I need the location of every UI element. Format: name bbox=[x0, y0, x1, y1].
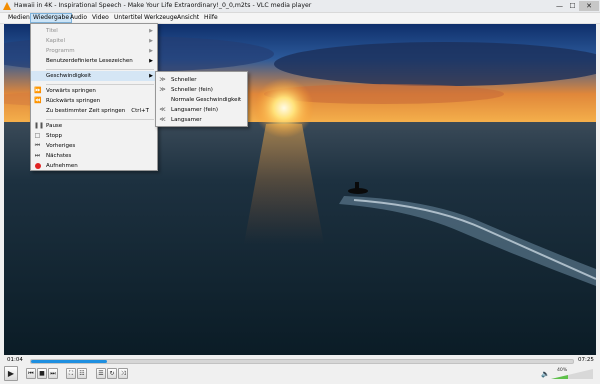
close-button[interactable]: ✕ bbox=[579, 1, 599, 11]
speed-item-schneller-fein[interactable]: ≫ Schneller (fein) bbox=[156, 85, 247, 95]
maximize-button[interactable]: ☐ bbox=[566, 1, 579, 11]
loop-button[interactable]: ↻ bbox=[107, 368, 117, 379]
speed-item-langsamer-fein[interactable]: ≪ Langsamer (fein) bbox=[156, 105, 247, 115]
menu-item-programm: Programm ▶ bbox=[46, 48, 153, 54]
submenu-arrow-icon: ▶ bbox=[149, 48, 153, 54]
faster-fine-icon: ≫ bbox=[159, 86, 166, 93]
stop-icon: □ bbox=[34, 132, 41, 139]
menu-item-pause[interactable]: ❚❚ Pause bbox=[31, 121, 157, 131]
menu-medien[interactable]: Medien bbox=[6, 13, 32, 23]
previous-icon: ⏮ bbox=[34, 142, 41, 149]
record-icon bbox=[35, 163, 41, 169]
slower-fine-icon: ≪ bbox=[159, 106, 166, 113]
speed-item-langsamer[interactable]: ≪ Langsamer bbox=[156, 115, 247, 125]
menu-video[interactable]: Video bbox=[90, 13, 111, 23]
speed-item-normal[interactable]: Normale Geschwindigkeit bbox=[156, 95, 247, 105]
volume-level bbox=[551, 375, 568, 379]
menu-item-aufnehmen[interactable]: Aufnehmen bbox=[31, 161, 157, 171]
menu-item-titel: Titel ▶ bbox=[46, 28, 153, 34]
total-time: 07:25 bbox=[578, 357, 594, 363]
skip-forward-icon: ⏩ bbox=[34, 87, 42, 94]
extended-settings-button[interactable]: ☷ bbox=[77, 368, 87, 379]
menu-untertitel[interactable]: Untertitel bbox=[112, 13, 144, 23]
vlc-cone-icon bbox=[3, 2, 11, 10]
speaker-icon[interactable]: 🔈 bbox=[541, 370, 550, 378]
menu-item-lesezeichen[interactable]: Benutzerdefinierte Lesezeichen ▶ bbox=[31, 56, 157, 66]
next-button[interactable]: ⏭ bbox=[48, 368, 58, 379]
menu-separator bbox=[46, 119, 154, 120]
next-icon: ⏭ bbox=[34, 152, 41, 159]
skip-backward-icon: ⏪ bbox=[34, 97, 42, 104]
previous-button[interactable]: ⏮ bbox=[26, 368, 36, 379]
timeline-bar: 01:04 07:25 bbox=[0, 355, 600, 365]
menu-item-zeit-springen[interactable]: Zu bestimmter Zeit springen Ctrl+T bbox=[31, 106, 157, 116]
menu-ansicht[interactable]: Ansicht bbox=[175, 13, 201, 23]
playback-menu: Titel ▶ Kapitel ▶ Programm ▶ Benutzerdefini… bbox=[30, 23, 158, 171]
playlist-button[interactable]: ☰ bbox=[96, 368, 106, 379]
menu-item-kapitel: Kapitel ▶ bbox=[46, 38, 153, 44]
stop-button[interactable]: ■ bbox=[37, 368, 47, 379]
title-bar: Hawaii in 4K - Inspirational Speech - Ma… bbox=[0, 0, 600, 13]
submenu-arrow-icon: ▶ bbox=[149, 38, 153, 44]
speed-item-schneller[interactable]: ≫ Schneller bbox=[156, 75, 247, 85]
menu-audio[interactable]: Audio bbox=[68, 13, 89, 23]
menu-wiedergabe[interactable]: Wiedergabe bbox=[30, 13, 73, 23]
menu-werkzeuge[interactable]: Werkzeuge bbox=[142, 13, 179, 23]
window-title: Hawaii in 4K - Inspirational Speech - Ma… bbox=[14, 2, 312, 9]
seek-progress bbox=[31, 360, 107, 363]
submenu-arrow-icon: ▶ bbox=[149, 58, 153, 64]
minimize-button[interactable]: — bbox=[553, 1, 566, 11]
menu-item-vorheriges[interactable]: ⏮ Vorheriges bbox=[31, 141, 157, 151]
seek-slider[interactable] bbox=[30, 359, 574, 364]
fullscreen-button[interactable]: ⛶ bbox=[66, 368, 76, 379]
submenu-arrow-icon: ▶ bbox=[149, 73, 153, 79]
menu-item-rueckwaerts[interactable]: ⏪ Rückwärts springen bbox=[31, 96, 157, 106]
faster-icon: ≫ bbox=[159, 76, 166, 83]
menu-separator bbox=[46, 69, 154, 70]
shuffle-button[interactable]: ⤨ bbox=[118, 368, 128, 379]
menu-item-vorwaerts[interactable]: ⏩ Vorwärts springen bbox=[31, 86, 157, 96]
menu-item-geschwindigkeit[interactable]: Geschwindigkeit ▶ bbox=[31, 71, 157, 81]
control-bar: ▶ ⏮ ■ ⏭ ⛶ ☷ ☰ ↻ ⤨ 🔈 40% bbox=[0, 365, 600, 384]
submenu-arrow-icon: ▶ bbox=[149, 28, 153, 34]
volume-percent: 40% bbox=[557, 368, 568, 373]
menu-item-naechstes[interactable]: ⏭ Nächstes bbox=[31, 151, 157, 161]
menu-hilfe[interactable]: Hilfe bbox=[202, 13, 220, 23]
speed-submenu: ≫ Schneller ≫ Schneller (fein) Normale Ges… bbox=[155, 71, 248, 127]
play-button[interactable]: ▶ bbox=[4, 366, 18, 381]
menu-separator bbox=[46, 84, 154, 85]
slower-icon: ≪ bbox=[159, 116, 166, 123]
menu-item-stopp[interactable]: □ Stopp bbox=[31, 131, 157, 141]
current-time: 01:04 bbox=[7, 357, 23, 363]
pause-icon: ❚❚ bbox=[34, 122, 45, 129]
